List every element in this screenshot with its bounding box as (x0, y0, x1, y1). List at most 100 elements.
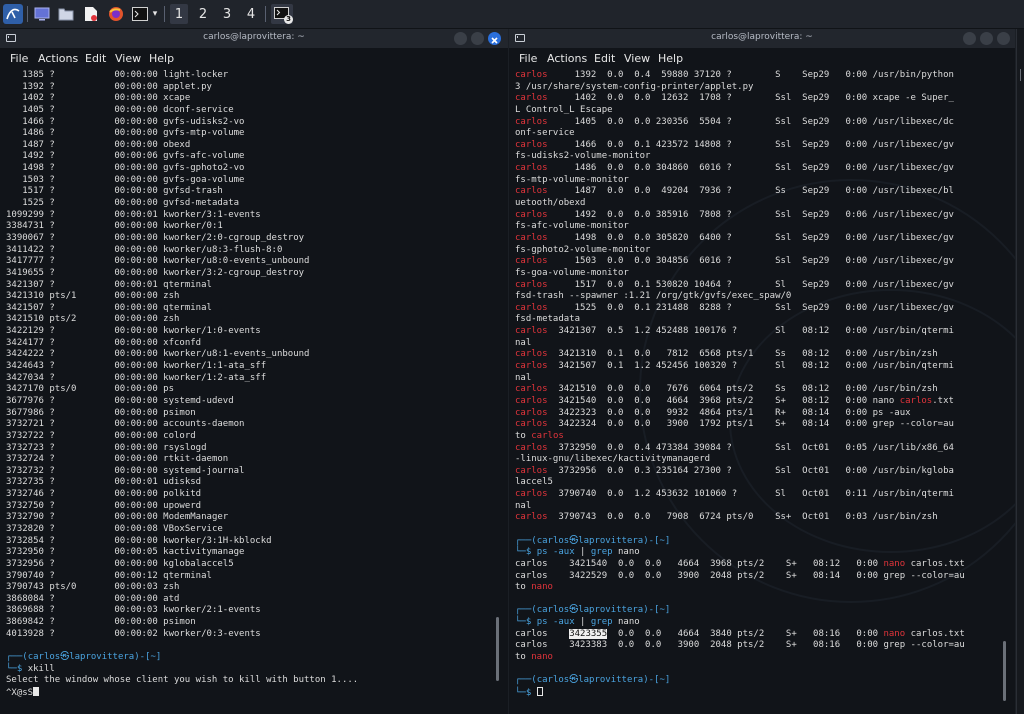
terminal-output[interactable]: carlos 1392 0.0 0.4 59880 37120 ? S Sep2… (509, 70, 1015, 714)
menu-help[interactable]: Help (658, 52, 683, 65)
user-cell: carlos (515, 407, 548, 418)
file-manager-icon[interactable] (57, 4, 75, 24)
kali-menu-icon[interactable] (3, 4, 23, 24)
process-row: 3421510 pts/2 00:00:00 zsh (6, 314, 508, 326)
chevron-down-icon[interactable]: ▾ (150, 4, 160, 24)
process-row: 1525 ? 00:00:00 gvfsd-metadata (6, 198, 508, 210)
menu-actions[interactable]: Actions (38, 52, 78, 65)
minimize-button[interactable] (963, 32, 976, 45)
scrollbar[interactable] (496, 617, 499, 681)
title-bar[interactable]: carlos@laprovittera: ~ (0, 29, 508, 48)
process-row: 3390067 ? 00:00:00 kworker/2:0-cgroup_de… (6, 233, 508, 245)
close-button[interactable] (488, 32, 501, 45)
terminal-output[interactable]: 1385 ? 00:00:00 light-locker 1392 ? 00:0… (0, 70, 508, 714)
pid-cell: 3732750 (6, 500, 44, 511)
user-cell: carlos (515, 489, 548, 500)
time-cell: 00:00:00 (114, 337, 164, 348)
window-count-badge: 3 (284, 15, 293, 24)
process-row: fsd-trash --spawner :1.21 /org/gtk/gvfs/… (515, 291, 1015, 303)
pid-cell: 3422129 (6, 326, 44, 337)
process-row: carlos 3421307 0.5 1.2 452488 100176 ? S… (515, 326, 1015, 338)
process-row: 1402 ? 00:00:00 xcape (6, 93, 508, 105)
process-row: 3732790 ? 00:00:00 ModemManager (6, 512, 508, 524)
process-text: .txt (932, 395, 954, 406)
cmd-cell: kworker/u8:1-events_unbound (163, 349, 310, 360)
pid-cell: 3869842 (6, 617, 44, 628)
time-cell: 00:00:06 (114, 151, 164, 162)
terminal-launcher-icon[interactable] (131, 4, 149, 24)
workspace-1[interactable]: 1 (170, 4, 188, 24)
process-text: 1486 0.0 0.0 304860 6016 ? Ssl Sep29 0:0… (547, 163, 954, 174)
desktop-icon[interactable] (33, 4, 51, 24)
prompt-symbol: └─$ (515, 617, 537, 628)
time-cell: 00:00:00 (114, 232, 164, 243)
cmd-cell: kworker/2:1-events (163, 605, 261, 616)
menu-view[interactable]: View (624, 52, 650, 65)
menu-actions[interactable]: Actions (547, 52, 587, 65)
time-cell: 00:00:00 (114, 384, 164, 395)
tty-cell: ? (43, 326, 115, 337)
prompt-decor: ┌──( (515, 535, 537, 546)
time-cell: 00:00:00 (114, 302, 164, 313)
process-row: 3732732 ? 00:00:00 systemd-journal (6, 466, 508, 478)
firefox-icon[interactable] (107, 4, 125, 24)
process-row: 3869842 ? 00:00:00 psimon (6, 617, 508, 629)
minimize-button[interactable] (454, 32, 467, 45)
close-button[interactable] (997, 32, 1010, 45)
workspace-3[interactable]: 3 (218, 4, 236, 24)
process-row: 3384731 ? 00:00:00 kworker/0:1 (6, 221, 508, 233)
cmd-cell: obexd (163, 139, 191, 150)
grep-result-row: to nano (515, 652, 1015, 664)
menu-help[interactable]: Help (149, 52, 174, 65)
tty-cell: ? (43, 442, 115, 453)
tty-cell: ? (43, 407, 115, 418)
pid-cell: 3868084 (6, 593, 44, 604)
tty-cell: ? (43, 209, 115, 220)
user-cell: carlos (515, 395, 548, 406)
text-editor-icon[interactable] (82, 4, 100, 24)
cmd-cell: kworker/0:3-events (163, 628, 261, 639)
tty-cell: ? (43, 116, 115, 127)
menu-file[interactable]: File (10, 52, 28, 65)
menu-view[interactable]: View (115, 52, 141, 65)
command-line: └─$ xkill (6, 664, 508, 676)
process-text: fs-mtp-volume-monitor (515, 174, 629, 185)
scrollbar[interactable] (1003, 641, 1006, 701)
pid-cell: 3417777 (6, 256, 44, 267)
workspace-4[interactable]: 4 (242, 4, 260, 24)
process-row: carlos 1392 0.0 0.4 59880 37120 ? S Sep2… (515, 70, 1015, 82)
time-cell: 00:00:00 (114, 407, 164, 418)
menu-edit[interactable]: Edit (594, 52, 615, 65)
taskbar-terminal-group[interactable]: 3 (271, 4, 293, 24)
user-cell: carlos (515, 163, 548, 174)
cmd-cell: qterminal (163, 302, 212, 313)
tty-cell: ? (43, 477, 115, 488)
process-row: 3424222 ? 00:00:00 kworker/u8:1-events_u… (6, 349, 508, 361)
title-bar[interactable]: carlos@laprovittera: ~ (509, 29, 1015, 48)
process-row: 4013928 ? 00:00:02 kworker/0:3-events (6, 629, 508, 641)
maximize-button[interactable] (980, 32, 993, 45)
pid-cell: 1503 (6, 174, 44, 185)
user-cell: carlos (515, 70, 548, 80)
process-text: carlos.txt (905, 558, 965, 569)
tty-cell: ? (43, 349, 115, 360)
cmd-cell: zsh (163, 291, 180, 302)
menu-file[interactable]: File (519, 52, 537, 65)
process-row: L Control_L Escape (515, 105, 1015, 117)
cmd-cell: colord (163, 430, 196, 441)
time-cell: 00:00:01 (114, 279, 164, 290)
cmd-cell: qterminal (163, 279, 212, 290)
process-row: 3424643 ? 00:00:00 kworker/1:1-ata_sff (6, 361, 508, 373)
time-cell: 00:00:00 (114, 116, 164, 127)
cmd-cell: polkitd (163, 489, 202, 500)
process-row: carlos 1492 0.0 0.0 385916 7808 ? Ssl Se… (515, 210, 1015, 222)
cmd-cell: kworker/1:2-ata_sff (163, 372, 267, 383)
tty-cell: ? (43, 93, 115, 104)
process-row: 3790740 ? 00:00:12 qterminal (6, 571, 508, 583)
workspace-2[interactable]: 2 (194, 4, 212, 24)
process-row: carlos 1503 0.0 0.0 304856 6016 ? Ssl Se… (515, 256, 1015, 268)
maximize-button[interactable] (471, 32, 484, 45)
process-text: 3421540 0.0 0.0 4664 3968 pts/2 S+ 08:12… (547, 395, 900, 406)
menu-edit[interactable]: Edit (85, 52, 106, 65)
prompt-line: ┌──(carlos㉿laprovittera)-[~] (6, 652, 508, 664)
